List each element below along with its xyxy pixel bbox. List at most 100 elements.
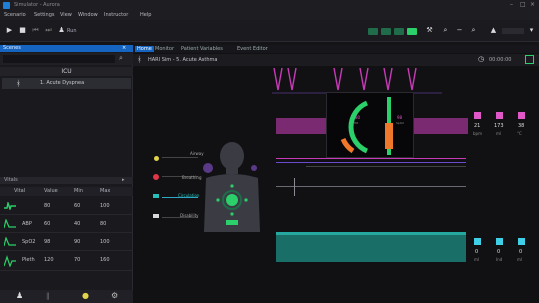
- vital-value: 120: [44, 257, 54, 263]
- toolbar: ▶ ■ ⏮ ⏭ ♟ Run ⚒ ⌕ − ⌕ ▲ ▾: [0, 20, 539, 42]
- vital-name: Pleth: [22, 257, 35, 263]
- vital-min: 40: [74, 221, 81, 227]
- tab-home[interactable]: Home: [135, 46, 154, 52]
- stat-unit: ml: [474, 257, 480, 262]
- stat-square: [474, 238, 481, 245]
- menu-help[interactable]: Help: [140, 12, 151, 18]
- stat-unit: ml: [517, 257, 523, 262]
- disability-icon[interactable]: [153, 214, 159, 218]
- monitor-unit-1: HR: [354, 121, 359, 125]
- search-icon[interactable]: ⌕: [119, 54, 123, 63]
- scenes-panel-title: Scenes: [3, 45, 21, 51]
- layout-icon[interactable]: [525, 55, 534, 64]
- col-min: Min: [74, 188, 83, 194]
- stat-square: [496, 238, 503, 245]
- gauge-arc: [340, 100, 369, 154]
- co2-band: [276, 232, 466, 262]
- col-max: Max: [100, 188, 111, 194]
- user-icon[interactable]: ♟: [58, 27, 65, 34]
- scene-search-row[interactable]: ⌕: [0, 53, 133, 65]
- view-toggle-3[interactable]: [394, 28, 404, 35]
- table-row[interactable]: ABP 60 40 80: [0, 216, 133, 233]
- minimize-icon[interactable]: –: [510, 1, 513, 8]
- zoom-out-icon[interactable]: −: [456, 27, 463, 34]
- main-tabs: Home Monitor Patient Variables Event Edi…: [133, 45, 539, 53]
- tab-patient-variables[interactable]: Patient Variables: [181, 46, 223, 52]
- wrench-icon[interactable]: ⚒: [426, 27, 433, 34]
- circulation-icon[interactable]: [153, 194, 159, 198]
- tab-monitor[interactable]: Monitor: [155, 46, 174, 52]
- stat-unit: Ind: [496, 257, 503, 262]
- vitals-panel-header: Vitals ▸: [0, 177, 133, 184]
- scenario-title: HARI Sim - 5. Acute Asthma: [148, 57, 218, 63]
- menu-instructor[interactable]: Instructor: [104, 12, 128, 18]
- settings-gear-icon[interactable]: ⚙: [111, 291, 118, 300]
- window-title: Simulator - Aurora: [14, 2, 60, 8]
- vital-min: 70: [74, 257, 81, 263]
- speed-select[interactable]: [502, 28, 524, 34]
- panel-menu-icon[interactable]: ▸: [122, 177, 125, 183]
- spo2-wave-icon: [4, 237, 16, 247]
- pleth-wave-icon: [4, 255, 16, 267]
- elapsed-time: 00:00:00: [489, 57, 512, 63]
- stop-icon[interactable]: ■: [19, 27, 26, 34]
- manikin-silhouette[interactable]: [198, 142, 268, 234]
- left-bottom-bar: ♟ ‖ ● ⚙: [0, 290, 133, 303]
- lightbulb-icon[interactable]: ●: [82, 291, 89, 300]
- close-icon[interactable]: ×: [530, 1, 535, 8]
- scene-item-label: 1. Acute Dyspnea: [40, 80, 85, 86]
- maximize-icon[interactable]: □: [520, 1, 526, 8]
- level-bar-orange: [385, 123, 393, 149]
- stat-value: 173: [494, 123, 504, 129]
- pause-icon[interactable]: ‖: [46, 292, 50, 300]
- view-toggle-1[interactable]: [368, 28, 378, 35]
- col-vital: Vital: [14, 188, 26, 194]
- monitor-panel[interactable]: 80 HR 98 SpO2: [326, 92, 414, 158]
- lungs-icon: ᚼ: [137, 55, 142, 64]
- menu-window[interactable]: Window: [78, 12, 98, 18]
- stat-unit: ml: [496, 131, 502, 136]
- chevron-down-icon[interactable]: ▾: [528, 27, 535, 34]
- stats-bottom: 0 0 0 ml Ind ml: [472, 238, 536, 270]
- stat-square: [474, 112, 481, 119]
- vital-name: ABP: [22, 221, 32, 227]
- stat-value: 38: [518, 123, 525, 129]
- play-icon[interactable]: ▶: [6, 27, 13, 34]
- table-row[interactable]: SpO2 98 90 100: [0, 234, 133, 251]
- circulation-label: Circulation: [178, 193, 200, 198]
- tab-event-editor[interactable]: Event Editor: [237, 46, 268, 52]
- vital-value: 80: [44, 203, 51, 209]
- scene-item[interactable]: ᚼ 1. Acute Dyspnea: [2, 78, 131, 89]
- vital-max: 160: [100, 257, 110, 263]
- breathing-dot[interactable]: [153, 174, 159, 180]
- zoom-in-icon[interactable]: ⌕: [470, 27, 477, 34]
- view-toggle-active[interactable]: [407, 28, 417, 35]
- vital-max: 100: [100, 203, 110, 209]
- scene-search-input[interactable]: [3, 55, 115, 63]
- speed-icon[interactable]: ▲: [490, 27, 497, 34]
- vital-min: 60: [74, 203, 81, 209]
- panel-close-icon[interactable]: ×: [122, 45, 126, 51]
- table-row[interactable]: 80 60 100: [0, 198, 133, 215]
- step-back-icon[interactable]: ⏮: [32, 27, 39, 34]
- menu-scenario[interactable]: Scenario: [4, 12, 26, 18]
- person-icon[interactable]: ♟: [16, 291, 23, 300]
- vital-value: 60: [44, 221, 51, 227]
- menu-bar: Scenario Settings View Window Instructor…: [0, 11, 539, 20]
- title-bar: Simulator - Aurora – □ ×: [0, 0, 539, 11]
- scenario-bar: ᚼ HARI Sim - 5. Acute Asthma ◷ 00:00:00: [133, 54, 539, 66]
- left-panel: Scenes × ⌕ ICU ᚼ 1. Acute Dyspnea Vitals…: [0, 45, 133, 303]
- lungs-icon: ᚼ: [16, 79, 21, 88]
- table-row[interactable]: Pleth 120 70 160: [0, 252, 133, 271]
- flow-trace: [276, 178, 466, 196]
- vital-min: 90: [74, 239, 81, 245]
- scenes-panel-header: Scenes ×: [0, 45, 133, 52]
- menu-view[interactable]: View: [60, 12, 72, 18]
- search-icon[interactable]: ⌕: [442, 27, 449, 34]
- view-toggle-2[interactable]: [381, 28, 391, 35]
- vital-max: 100: [100, 239, 110, 245]
- menu-settings[interactable]: Settings: [34, 12, 55, 18]
- airway-dot[interactable]: [154, 156, 159, 161]
- run-label: Run: [67, 28, 77, 34]
- step-forward-icon[interactable]: ⏭: [45, 27, 52, 34]
